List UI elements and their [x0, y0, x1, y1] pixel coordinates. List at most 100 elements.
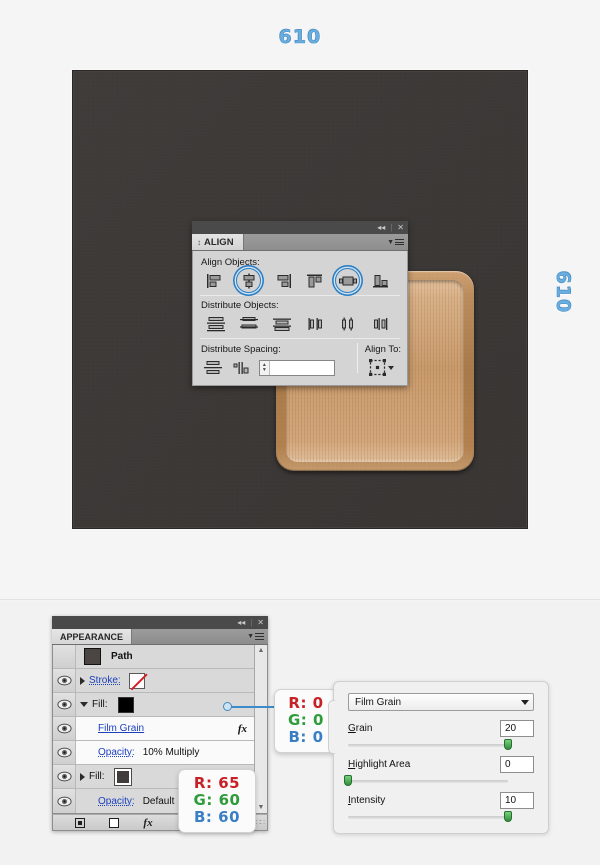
stroke-swatch-none[interactable] [128, 672, 145, 689]
menu-caret-icon: ▼ [247, 633, 254, 640]
callout-fill-color-dark: R: 65 G: 60 B: 60 [178, 769, 256, 833]
appearance-row-path[interactable]: Path [53, 645, 254, 669]
add-new-stroke-button[interactable] [63, 817, 97, 828]
step-number-top: 610 [278, 26, 322, 49]
vertical-distribute-bottom-button[interactable] [265, 313, 298, 334]
align-objects-button-row [199, 268, 401, 293]
slider-value-highlight-area[interactable]: 0 [500, 756, 534, 773]
scroll-up-icon[interactable]: ▲ [258, 645, 265, 656]
path-thumbnail [84, 648, 101, 665]
row-label-path: Path [111, 651, 133, 662]
disclosure-triangle-collapsed-icon[interactable] [80, 772, 85, 781]
add-fill-icon [109, 817, 119, 828]
panel-options-menu-button[interactable]: ▼ [387, 234, 408, 250]
disclosure-triangle-collapsed-icon[interactable] [80, 676, 85, 685]
visibility-toggle-film-grain[interactable] [53, 717, 76, 740]
slider-track-grain[interactable] [348, 739, 512, 750]
fx-icon: fx [143, 816, 153, 829]
horizontal-distribute-right-button[interactable] [364, 313, 397, 334]
slider-label-intensity: Intensity [348, 795, 386, 806]
horizontal-distribute-right-icon [373, 317, 387, 330]
horizontal-distribute-space-icon [233, 361, 249, 374]
collapse-icon[interactable]: ◂◂ [377, 223, 385, 232]
slider-knob-grain[interactable] [504, 739, 512, 750]
slider-track-highlight-area[interactable] [344, 775, 508, 786]
row-label-fill-black[interactable]: Fill: [92, 699, 108, 710]
tab-appearance[interactable]: APPEARANCE [52, 629, 133, 644]
row-label-fill-dark[interactable]: Fill: [89, 771, 105, 782]
slider-value-grain[interactable]: 20 [500, 720, 534, 737]
titlebar-divider: | [390, 223, 393, 232]
fill-swatch-black[interactable] [117, 696, 134, 713]
effect-fx-icon[interactable]: fx [238, 723, 247, 735]
horizontal-align-center-button[interactable] [232, 268, 265, 293]
highlight-ring [236, 268, 261, 293]
distribute-spacing-input[interactable]: ▲ ▼ [259, 359, 335, 376]
horizontal-align-left-icon [206, 273, 220, 288]
vertical-align-center-button[interactable] [331, 268, 364, 293]
visibility-toggle-opacity-multiply[interactable] [53, 741, 76, 764]
vertical-align-bottom-button[interactable] [364, 270, 397, 291]
slider-group-grain: Grain 20 [348, 720, 534, 750]
fill-swatch-dark[interactable] [113, 767, 132, 786]
appearance-row-opacity-multiply[interactable]: Opacity: 10% Multiply [53, 741, 254, 765]
appearance-row-stroke[interactable]: Stroke: [53, 669, 254, 693]
scroll-down-icon[interactable]: ▼ [258, 802, 265, 813]
section-divider [200, 338, 400, 339]
disclosure-triangle-expanded-icon[interactable] [80, 702, 88, 707]
row-label-opacity-default[interactable]: Opacity: [98, 796, 135, 807]
effect-select-dropdown[interactable]: Film Grain [348, 693, 534, 711]
row-label-opacity-multiply[interactable]: Opacity: [98, 747, 135, 758]
align-panel-body: Align Objects: Distribute Objects: Distr… [192, 251, 408, 386]
resize-grip-icon[interactable]: ∷∷ [256, 818, 265, 827]
vertical-distribute-space-button[interactable] [199, 357, 227, 378]
horizontal-distribute-center-icon [341, 317, 353, 330]
align-to-dropdown[interactable] [368, 359, 401, 376]
spacing-stepper[interactable]: ▲ ▼ [260, 360, 270, 375]
tab-align-label: ALIGN [204, 236, 234, 248]
slider-track-intensity[interactable] [348, 811, 512, 822]
slider-knob-intensity[interactable] [504, 811, 512, 822]
vertical-distribute-top-button[interactable] [199, 313, 232, 334]
vertical-align-top-button[interactable] [298, 270, 331, 291]
close-icon[interactable]: ✕ [257, 618, 264, 627]
row-label-film-grain[interactable]: Film Grain [98, 723, 144, 734]
visibility-toggle-opacity-default[interactable] [53, 789, 76, 813]
row-label-stroke[interactable]: Stroke: [89, 675, 121, 686]
align-to-selection-icon [368, 359, 386, 376]
close-icon[interactable]: ✕ [397, 223, 404, 232]
horizontal-distribute-center-button[interactable] [331, 313, 364, 334]
hamburger-icon [395, 237, 404, 246]
eye-cell-empty [53, 645, 76, 668]
horizontal-align-left-button[interactable] [199, 270, 232, 291]
add-new-effect-button[interactable]: fx [131, 817, 165, 829]
horizontal-align-right-button[interactable] [265, 270, 298, 291]
vertical-distribute-center-button[interactable] [232, 313, 265, 334]
appearance-options-menu-button[interactable]: ▼ [247, 629, 268, 644]
visibility-toggle-fill-dark[interactable] [53, 765, 76, 788]
align-to-label: Align To: [364, 344, 401, 355]
step-number-side: 610 [552, 270, 575, 314]
add-new-fill-button[interactable] [97, 817, 131, 828]
add-stroke-icon [75, 817, 85, 828]
collapse-icon[interactable]: ◂◂ [237, 618, 245, 627]
horizontal-distribute-left-button[interactable] [298, 313, 331, 334]
callout-connector-line [227, 706, 279, 708]
appearance-row-film-grain[interactable]: Film Grain fx [53, 717, 254, 741]
row-value-opacity-default: Default [142, 795, 175, 807]
distribute-spacing-value[interactable] [269, 360, 334, 375]
slider-value-intensity[interactable]: 10 [500, 792, 534, 809]
tab-align[interactable]: ↕ ALIGN [192, 234, 244, 250]
appearance-panel-tabbar: APPEARANCE ▼ [52, 629, 268, 645]
callout-red-value: R: 65 [193, 774, 241, 792]
slider-knob-highlight-area[interactable] [344, 775, 352, 786]
visibility-toggle-stroke[interactable] [53, 669, 76, 692]
horizontal-distribute-space-button[interactable] [227, 357, 255, 378]
vertical-distribute-center-icon [239, 316, 258, 328]
distribute-spacing-label: Distribute Spacing: [201, 344, 281, 355]
stepper-down-icon: ▼ [261, 366, 267, 373]
callout-green-value: G: 60 [193, 791, 241, 809]
align-panel-tabbar: ↕ ALIGN ▼ [192, 234, 408, 251]
visibility-toggle-fill-black[interactable] [53, 693, 76, 716]
align-panel: ◂◂ | ✕ ↕ ALIGN ▼ Align Objects: Distribu… [192, 221, 408, 386]
